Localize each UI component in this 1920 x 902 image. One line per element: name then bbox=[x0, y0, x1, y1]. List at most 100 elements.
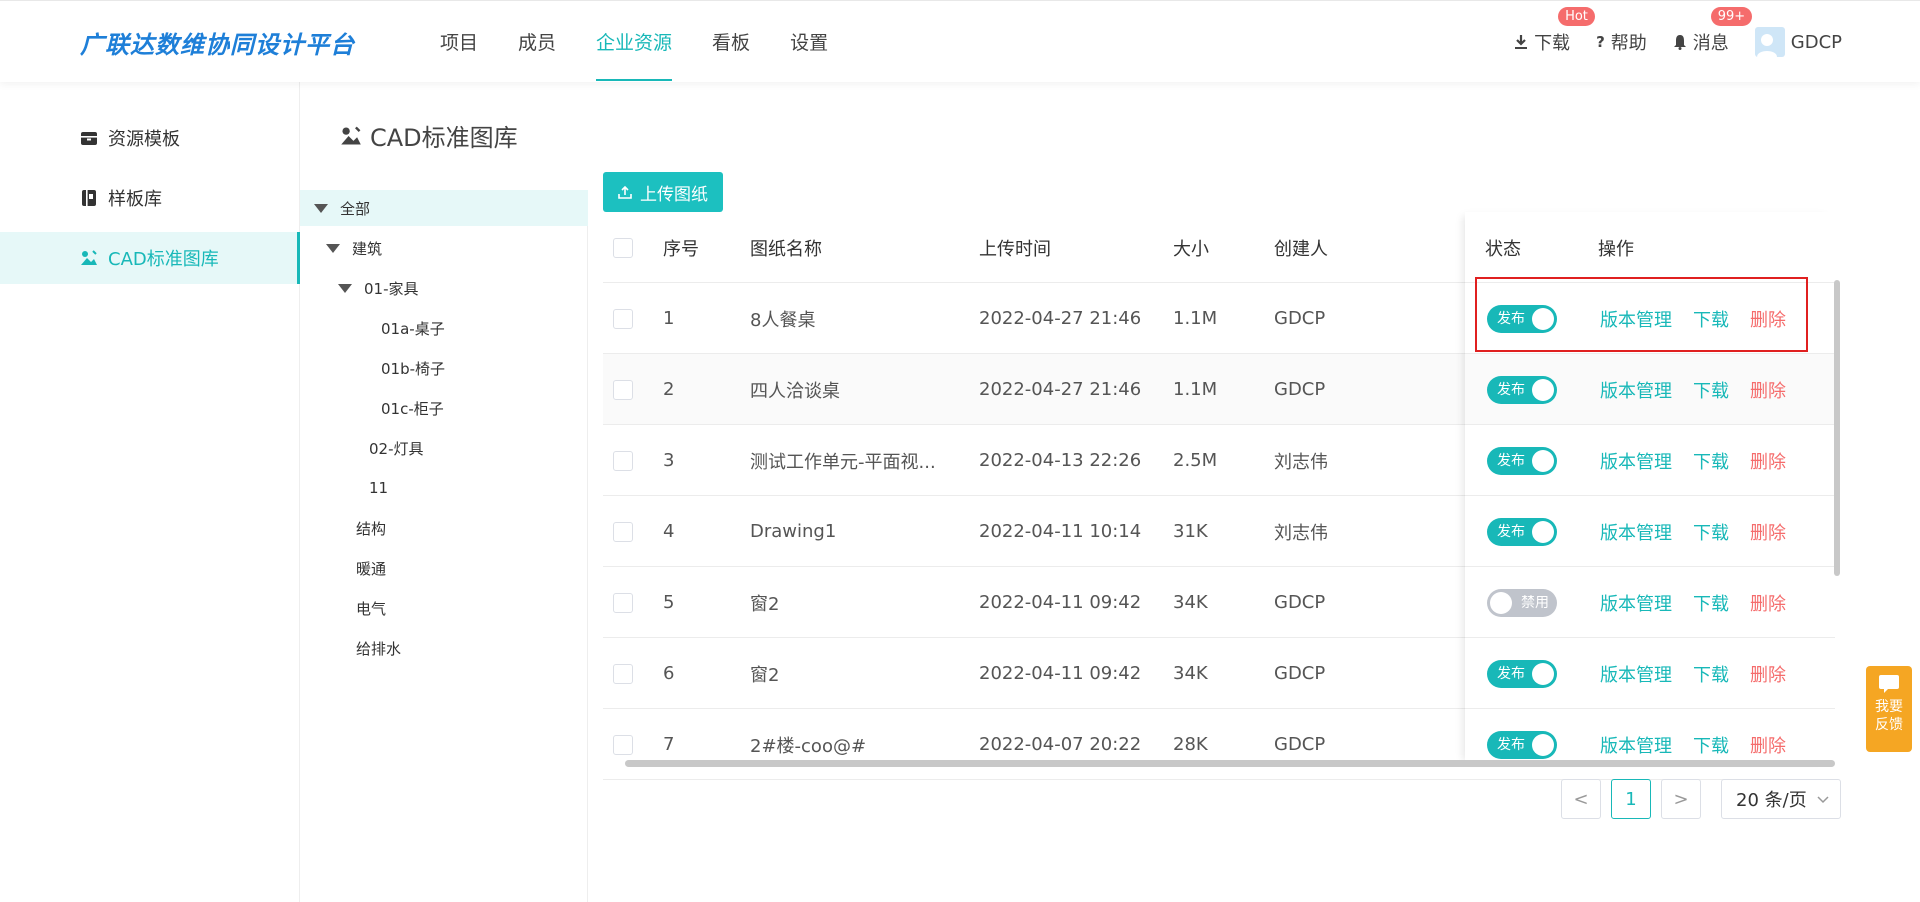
user-name: GDCP bbox=[1790, 31, 1842, 53]
header-creator: 创建人 bbox=[1274, 238, 1328, 260]
row-index: 7 bbox=[663, 734, 675, 755]
nav-members[interactable]: 成员 bbox=[498, 1, 576, 83]
download-icon bbox=[1515, 35, 1528, 49]
nav-enterprise-resources[interactable]: 企业资源 bbox=[576, 1, 692, 83]
messages-count-badge: 99+ bbox=[1710, 7, 1753, 26]
row-upload-time: 2022-04-11 10:14 bbox=[979, 521, 1142, 542]
tree-node-electrical[interactable]: 电气 bbox=[300, 590, 588, 626]
row-upload-time: 2022-04-07 20:22 bbox=[979, 734, 1142, 755]
sidebar-item-template-library[interactable]: 样板库 bbox=[0, 172, 300, 224]
tree-node-11[interactable]: 11 bbox=[300, 470, 588, 506]
sidebar-item-label: 资源模板 bbox=[108, 129, 180, 150]
page-title: CAD标准图库 bbox=[340, 118, 518, 153]
help-label: 帮助 bbox=[1610, 33, 1647, 54]
tree-node-lighting[interactable]: 02-灯具 bbox=[300, 430, 588, 466]
row-drawing-name: 窗2 bbox=[750, 664, 780, 686]
fixed-columns-shadow bbox=[1465, 212, 1835, 764]
sidebar-item-cad-library[interactable]: CAD标准图库 bbox=[0, 232, 300, 284]
next-page-button[interactable]: > bbox=[1661, 779, 1701, 819]
row-checkbox[interactable] bbox=[613, 379, 633, 400]
row-checkbox[interactable] bbox=[613, 450, 633, 471]
messages-button[interactable]: 消息 99+ bbox=[1673, 7, 1753, 55]
bell-icon bbox=[1673, 35, 1686, 50]
tree-node-architecture[interactable]: 建筑 bbox=[300, 230, 588, 266]
tree-node-furniture[interactable]: 01-家具 bbox=[300, 270, 588, 306]
book-icon bbox=[82, 190, 96, 206]
user-menu[interactable]: GDCP bbox=[1754, 27, 1842, 57]
sidebar: 资源模板 样板库 CAD标准图库 bbox=[0, 82, 300, 902]
user-avatar-icon bbox=[1756, 34, 1777, 57]
row-creator: GDCP bbox=[1274, 379, 1326, 400]
row-index: 2 bbox=[663, 379, 675, 400]
chevron-down-icon bbox=[1817, 796, 1829, 804]
tree-node-chairs[interactable]: 01b-椅子 bbox=[300, 350, 588, 386]
page-title-text: CAD标准图库 bbox=[370, 124, 518, 152]
caret-down-icon[interactable] bbox=[326, 243, 340, 253]
chat-icon bbox=[1879, 675, 1899, 693]
row-size: 34K bbox=[1173, 663, 1208, 684]
horizontal-scrollbar[interactable] bbox=[625, 760, 1835, 767]
tree-node-label: 01c-柜子 bbox=[381, 399, 444, 418]
tree-node-label: 全部 bbox=[340, 199, 371, 218]
row-size: 2.5M bbox=[1173, 450, 1218, 471]
row-checkbox[interactable] bbox=[613, 734, 633, 755]
nav-dashboard[interactable]: 看板 bbox=[692, 1, 770, 83]
row-checkbox[interactable] bbox=[613, 521, 633, 542]
row-creator: GDCP bbox=[1274, 663, 1326, 684]
row-size: 1.1M bbox=[1173, 308, 1218, 329]
prev-page-button[interactable]: < bbox=[1561, 779, 1601, 819]
top-header: 广联达数维协同设计平台 项目 成员 企业资源 看板 设置 下载 Hot ? 帮助… bbox=[0, 0, 1920, 82]
tree-node-tables[interactable]: 01a-桌子 bbox=[300, 310, 588, 346]
tree-node-all[interactable]: 全部 bbox=[300, 190, 588, 226]
row-creator: 刘志伟 bbox=[1274, 451, 1328, 473]
page-size-select[interactable]: 20 条/页 bbox=[1721, 779, 1841, 819]
row-upload-time: 2022-04-11 09:42 bbox=[979, 663, 1142, 684]
tree-node-label: 02-灯具 bbox=[369, 439, 424, 458]
row-index: 4 bbox=[663, 521, 675, 542]
tree-node-structure[interactable]: 结构 bbox=[300, 510, 588, 546]
vertical-scrollbar[interactable] bbox=[1834, 280, 1840, 576]
row-creator: GDCP bbox=[1274, 308, 1326, 329]
feedback-button[interactable]: 我要反馈 bbox=[1866, 666, 1912, 752]
row-checkbox[interactable] bbox=[613, 592, 633, 613]
tree-node-label: 建筑 bbox=[352, 239, 383, 258]
row-drawing-name: 2#楼-coo@# bbox=[750, 735, 867, 757]
help-button[interactable]: ? 帮助 bbox=[1596, 29, 1647, 55]
sidebar-item-label: 样板库 bbox=[108, 189, 162, 210]
upload-icon bbox=[618, 185, 632, 199]
main-nav: 项目 成员 企业资源 看板 设置 bbox=[420, 1, 848, 83]
messages-label: 消息 bbox=[1692, 33, 1729, 54]
row-index: 1 bbox=[663, 308, 675, 329]
download-button[interactable]: 下载 Hot bbox=[1514, 7, 1595, 55]
row-upload-time: 2022-04-11 09:42 bbox=[979, 592, 1142, 613]
caret-down-icon[interactable] bbox=[338, 283, 352, 293]
header-index: 序号 bbox=[663, 238, 699, 260]
app-logo[interactable]: 广联达数维协同设计平台 bbox=[80, 25, 355, 60]
tree-node-label: 电气 bbox=[356, 599, 387, 618]
select-all-checkbox[interactable] bbox=[613, 237, 633, 258]
tree-node-label: 01a-桌子 bbox=[381, 319, 445, 338]
row-size: 31K bbox=[1173, 521, 1208, 542]
tree-node-label: 暖通 bbox=[356, 559, 387, 578]
tree-node-label: 11 bbox=[369, 479, 389, 497]
row-index: 6 bbox=[663, 663, 675, 684]
row-upload-time: 2022-04-27 21:46 bbox=[979, 308, 1142, 329]
page-size-value: 20 条/页 bbox=[1736, 790, 1807, 811]
hot-badge: Hot bbox=[1558, 7, 1595, 26]
tree-node-plumbing[interactable]: 给排水 bbox=[300, 630, 588, 666]
nav-projects[interactable]: 项目 bbox=[420, 1, 498, 83]
row-drawing-name: 四人洽谈桌 bbox=[750, 380, 840, 402]
row-checkbox[interactable] bbox=[613, 308, 633, 329]
tree-node-hvac[interactable]: 暖通 bbox=[300, 550, 588, 586]
feedback-label: 我要反馈 bbox=[1875, 699, 1903, 733]
row-index: 5 bbox=[663, 592, 675, 613]
caret-down-icon[interactable] bbox=[314, 203, 328, 213]
tree-node-cabinets[interactable]: 01c-柜子 bbox=[300, 390, 588, 426]
page-1-button[interactable]: 1 bbox=[1611, 779, 1651, 819]
sidebar-item-resource-templates[interactable]: 资源模板 bbox=[0, 112, 300, 164]
row-checkbox[interactable] bbox=[613, 663, 633, 684]
image-icon bbox=[341, 126, 361, 145]
row-size: 28K bbox=[1173, 734, 1208, 755]
upload-drawing-button[interactable]: 上传图纸 bbox=[603, 172, 723, 212]
nav-settings[interactable]: 设置 bbox=[770, 1, 848, 83]
